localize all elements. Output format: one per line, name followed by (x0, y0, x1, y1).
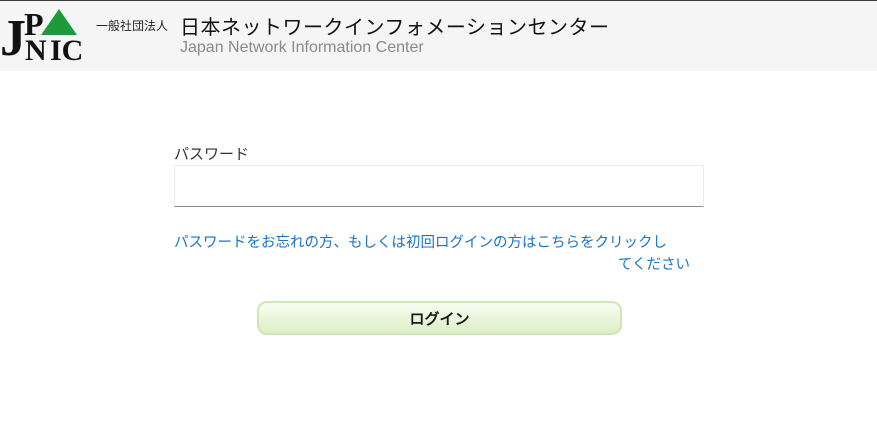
org-type-label: 一般社団法人 (96, 19, 169, 33)
forgot-link-line2: てください (617, 257, 690, 273)
login-button[interactable]: ログイン (257, 301, 622, 335)
forgot-password-link[interactable]: パスワードをお忘れの方、もしくは初回ログインの方はこちらをクリックし てください (174, 232, 690, 276)
jpnic-logo: J P N IC (0, 6, 83, 63)
site-header: J P N IC 一般社団法人 日本ネットワークインフォメーションセンター Ja… (0, 1, 877, 71)
password-input[interactable] (174, 165, 704, 207)
logo-triangle-icon (41, 9, 77, 35)
forgot-link-line1: パスワードをお忘れの方、もしくは初回ログインの方はこちらをクリックし (174, 235, 667, 251)
org-name-ja: 日本ネットワークインフォメーションセンター (180, 15, 610, 39)
logo-letters-ic: IC (50, 34, 83, 63)
org-name-en: Japan Network Information Center (180, 39, 424, 56)
logo-letter-j: J (0, 10, 26, 63)
logo-letter-n: N (25, 34, 47, 63)
password-label: パスワード (174, 145, 250, 163)
